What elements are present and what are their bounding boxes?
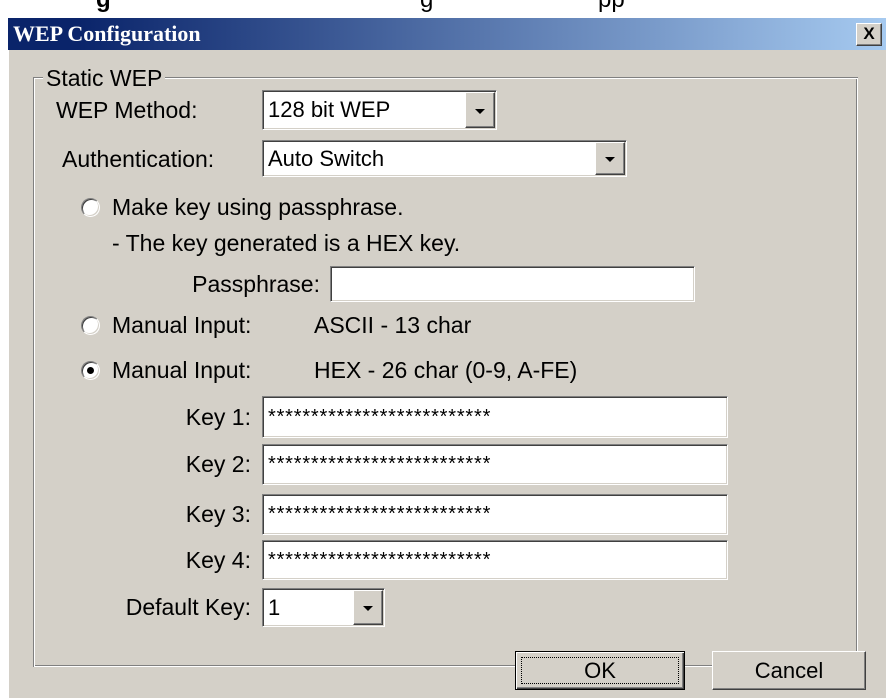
close-button[interactable]: X: [856, 23, 882, 46]
wep-configuration-dialog: WEP Configuration X Static WEP WEP Metho…: [8, 18, 886, 698]
default-key-label: Default Key:: [125, 594, 251, 620]
manual-ascii-label[interactable]: Manual Input:: [112, 310, 251, 340]
focus-indicator: [521, 657, 679, 684]
key-4-input[interactable]: [262, 540, 728, 580]
caption-fragment: g: [420, 0, 433, 14]
cancel-button[interactable]: Cancel: [712, 651, 866, 690]
wep-method-select[interactable]: 128 bit WEP: [262, 90, 497, 130]
document-caption-fragment: g g pp: [0, 0, 887, 18]
wep-method-value: 128 bit WEP: [268, 97, 391, 122]
passphrase-radio-label[interactable]: Make key using passphrase.: [112, 192, 404, 222]
cancel-button-label: Cancel: [754, 657, 824, 683]
group-legend: Static WEP: [43, 66, 166, 90]
default-key-select[interactable]: 1: [262, 588, 385, 627]
caption-fragment: pp: [598, 0, 625, 14]
static-wep-group: Static WEP WEP Method: 128 bit WEP Authe…: [33, 66, 858, 667]
passphrase-radio[interactable]: [81, 198, 100, 217]
title-bar[interactable]: WEP Configuration X: [8, 18, 886, 50]
default-key-dropdown-button[interactable]: [353, 590, 383, 625]
key-4-label: Key 4:: [185, 547, 251, 573]
chevron-down-icon: [363, 606, 373, 611]
manual-hex-label[interactable]: Manual Input:: [112, 355, 251, 385]
caption-fragment: g: [96, 0, 111, 14]
key-1-label: Key 1:: [185, 404, 251, 430]
authentication-select[interactable]: Auto Switch: [262, 140, 627, 177]
authentication-value: Auto Switch: [268, 145, 385, 171]
manual-ascii-radio[interactable]: [81, 316, 100, 335]
manual-hex-hint: HEX - 26 char (0-9, A-FE): [314, 357, 578, 383]
key-1-input[interactable]: [262, 396, 728, 438]
chevron-down-icon: [605, 157, 615, 162]
passphrase-input[interactable]: [330, 266, 695, 302]
manual-hex-radio[interactable]: [81, 361, 100, 380]
authentication-label: Authentication:: [62, 146, 215, 172]
ok-button[interactable]: OK: [515, 651, 685, 690]
default-key-value: 1: [268, 594, 281, 620]
passphrase-label: Passphrase:: [192, 271, 320, 297]
key-3-label: Key 3:: [185, 501, 251, 527]
key-2-input[interactable]: [262, 444, 728, 485]
window-title: WEP Configuration: [13, 21, 201, 46]
wep-method-label: WEP Method:: [56, 97, 198, 123]
wep-method-dropdown-button[interactable]: [465, 92, 495, 128]
authentication-dropdown-button[interactable]: [595, 142, 625, 175]
manual-ascii-hint: ASCII - 13 char: [314, 312, 472, 338]
key-2-label: Key 2:: [185, 451, 251, 477]
passphrase-note: - The key generated is a HEX key.: [112, 230, 461, 256]
close-icon: X: [863, 24, 875, 43]
chevron-down-icon: [475, 108, 485, 114]
key-3-input[interactable]: [262, 494, 728, 535]
